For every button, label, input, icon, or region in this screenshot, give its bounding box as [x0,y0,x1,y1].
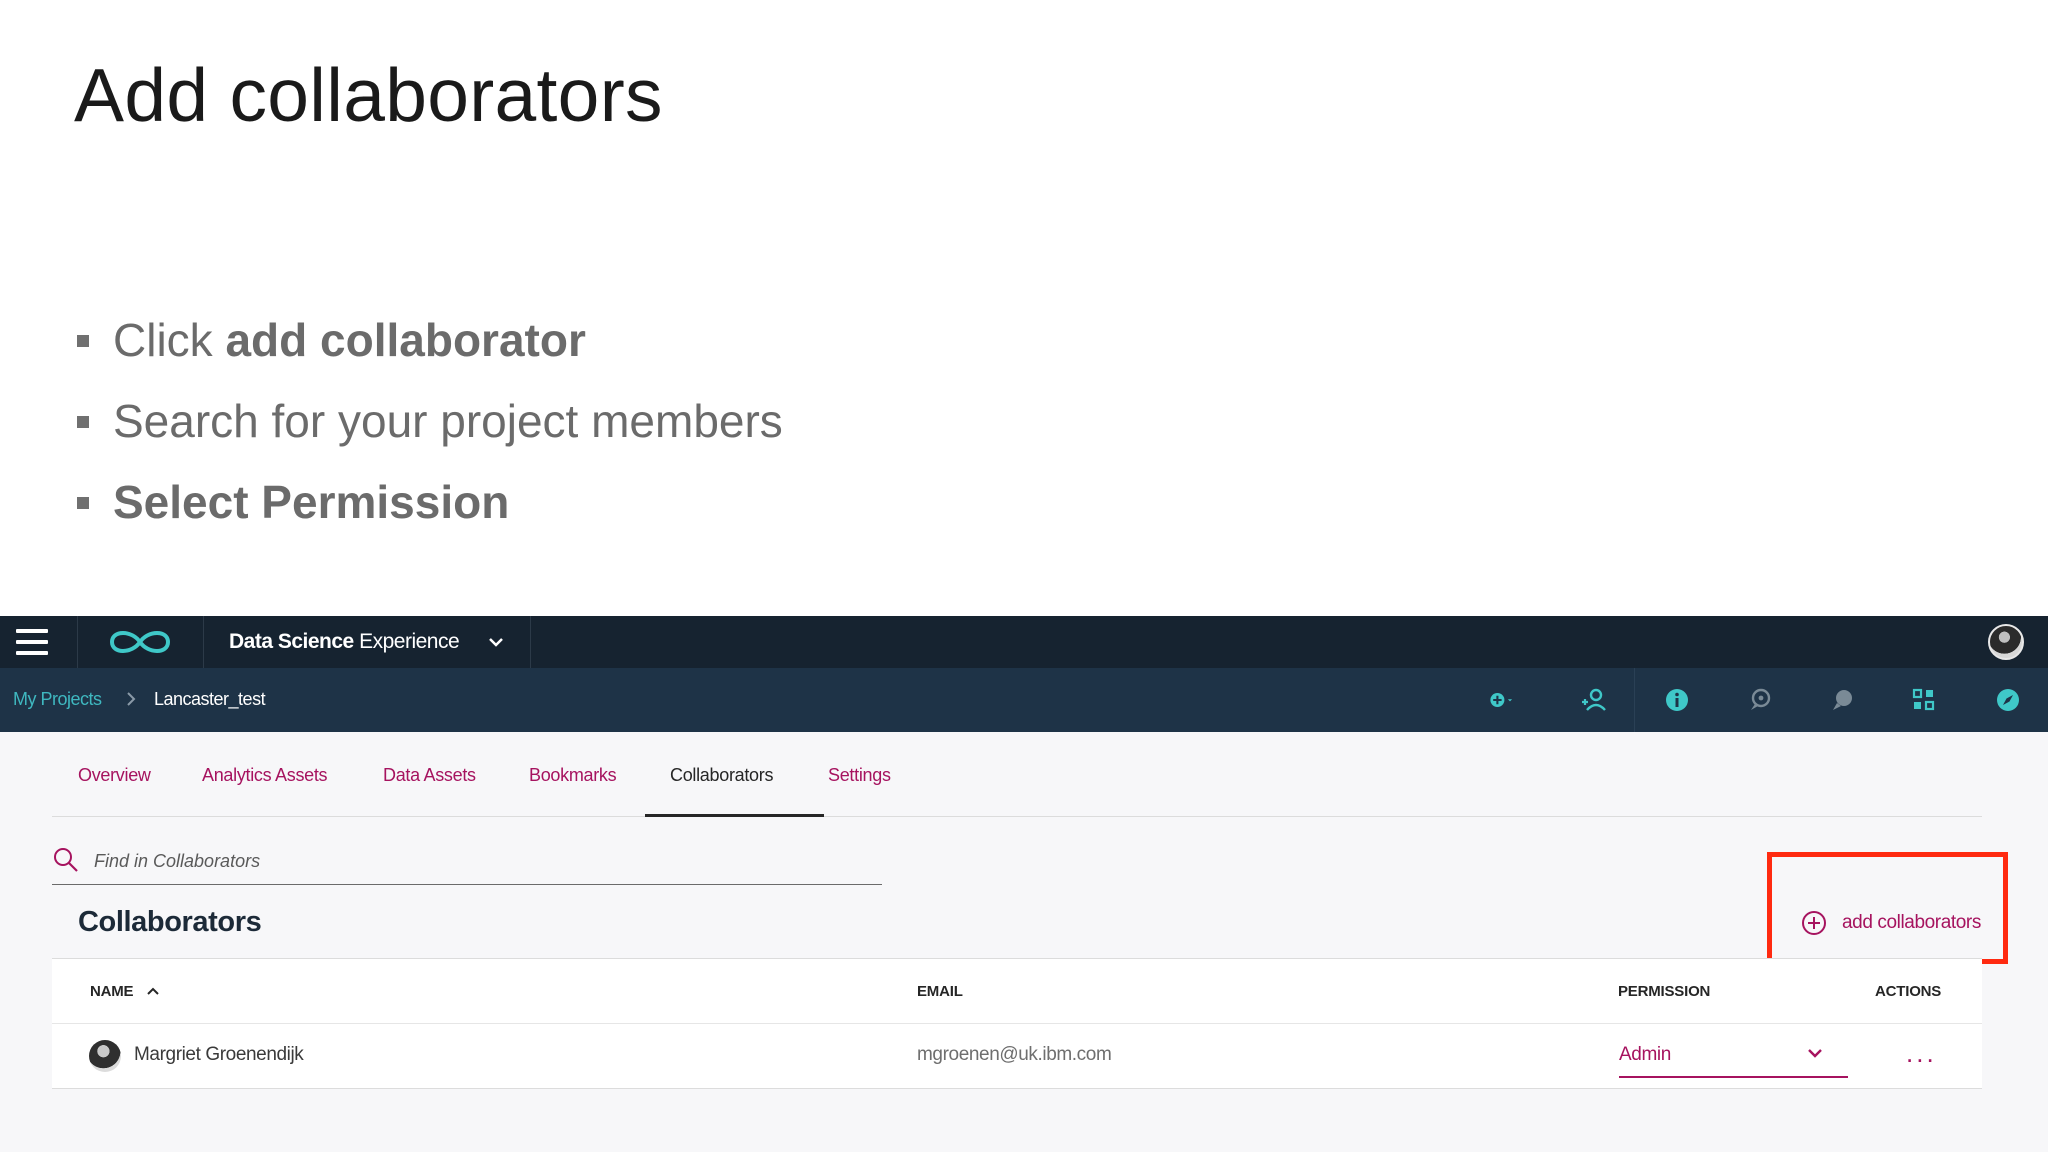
search-input[interactable] [92,846,856,876]
bullet-marker [77,416,89,428]
bullet-item: Select Permission [76,462,783,543]
user-avatar[interactable] [1988,624,2024,660]
bullet-list: Click add collaborator Search for your p… [76,300,783,543]
search-icon [54,848,78,872]
add-icon[interactable] [1489,686,1517,714]
chevron-down-icon[interactable] [486,632,506,652]
app-name-rest: Experience [353,630,460,653]
top-bar: Data Science Experience [0,616,2048,668]
highlight-box [1767,852,2008,964]
bullet-bold-text: add collaborator [225,314,586,366]
breadcrumb-current-project: Lancaster_test [154,689,266,709]
breadcrumb-my-projects[interactable]: My Projects [13,689,102,710]
column-header-name[interactable]: NAME [90,983,134,1000]
column-header-permission: PERMISSION [1618,983,1711,1000]
row-actions-button[interactable]: ... [1906,1038,1937,1069]
hamburger-menu-icon[interactable] [16,629,48,655]
divider [1634,668,1635,732]
slide-title: Add collaborators [74,53,663,137]
bullet-item: Search for your project members [76,381,783,462]
bullet-marker [77,497,89,509]
tab-analytics-assets[interactable]: Analytics Assets [202,732,328,814]
tab-bookmarks[interactable]: Bookmarks [529,732,617,814]
tab-data-assets[interactable]: Data Assets [383,732,476,814]
column-header-actions: ACTIONS [1875,983,1942,1000]
bullet-marker [77,335,89,347]
sort-ascending-icon[interactable] [146,985,160,997]
bullet-bold-text: Select Permission [113,476,510,528]
bullet-item: Click add collaborator [76,300,783,381]
search-bar [52,838,882,885]
app-screenshot: Data Science Experience My Projects Lanc… [0,616,2048,1152]
compass-icon[interactable] [1994,686,2022,714]
infinity-logo-icon[interactable] [108,628,172,656]
grid-icon[interactable] [1910,686,1938,714]
tab-overview[interactable]: Overview [78,732,151,814]
divider [77,616,78,668]
avatar [89,1040,121,1072]
chat-icon[interactable] [1828,686,1856,714]
bullet-text: Search for your project members [113,395,783,447]
info-icon[interactable] [1663,686,1691,714]
divider [203,616,204,668]
table-row: Margriet Groenendijk mgroenen@uk.ibm.com… [52,1024,1982,1089]
collaborator-name: Margriet Groenendijk [134,1044,304,1065]
column-header-email: EMAIL [917,983,963,1000]
app-name-bold: Data Science [229,630,354,653]
comments-icon[interactable] [1746,686,1774,714]
permission-value: Admin [1619,1044,1671,1065]
chevron-down-icon [1808,1049,1822,1058]
add-collaborator-icon[interactable] [1579,686,1607,714]
tab-bar: Overview Analytics Assets Data Assets Bo… [52,732,1982,817]
divider [530,616,531,668]
collaborator-email: mgroenen@uk.ibm.com [917,1044,1112,1065]
collaborators-table: NAME EMAIL PERMISSION ACTIONS Margriet G… [52,958,1982,1089]
app-name[interactable]: Data Science Experience [229,630,460,654]
project-bar: My Projects Lancaster_test [0,668,2048,732]
chevron-right-icon [127,692,136,706]
permission-dropdown[interactable]: Admin [1619,1038,1848,1078]
tab-settings[interactable]: Settings [828,732,891,814]
table-header: NAME EMAIL PERMISSION ACTIONS [52,958,1982,1024]
section-title: Collaborators [78,906,262,938]
tab-collaborators[interactable]: Collaborators [645,732,824,817]
bullet-text: Click [113,314,226,366]
